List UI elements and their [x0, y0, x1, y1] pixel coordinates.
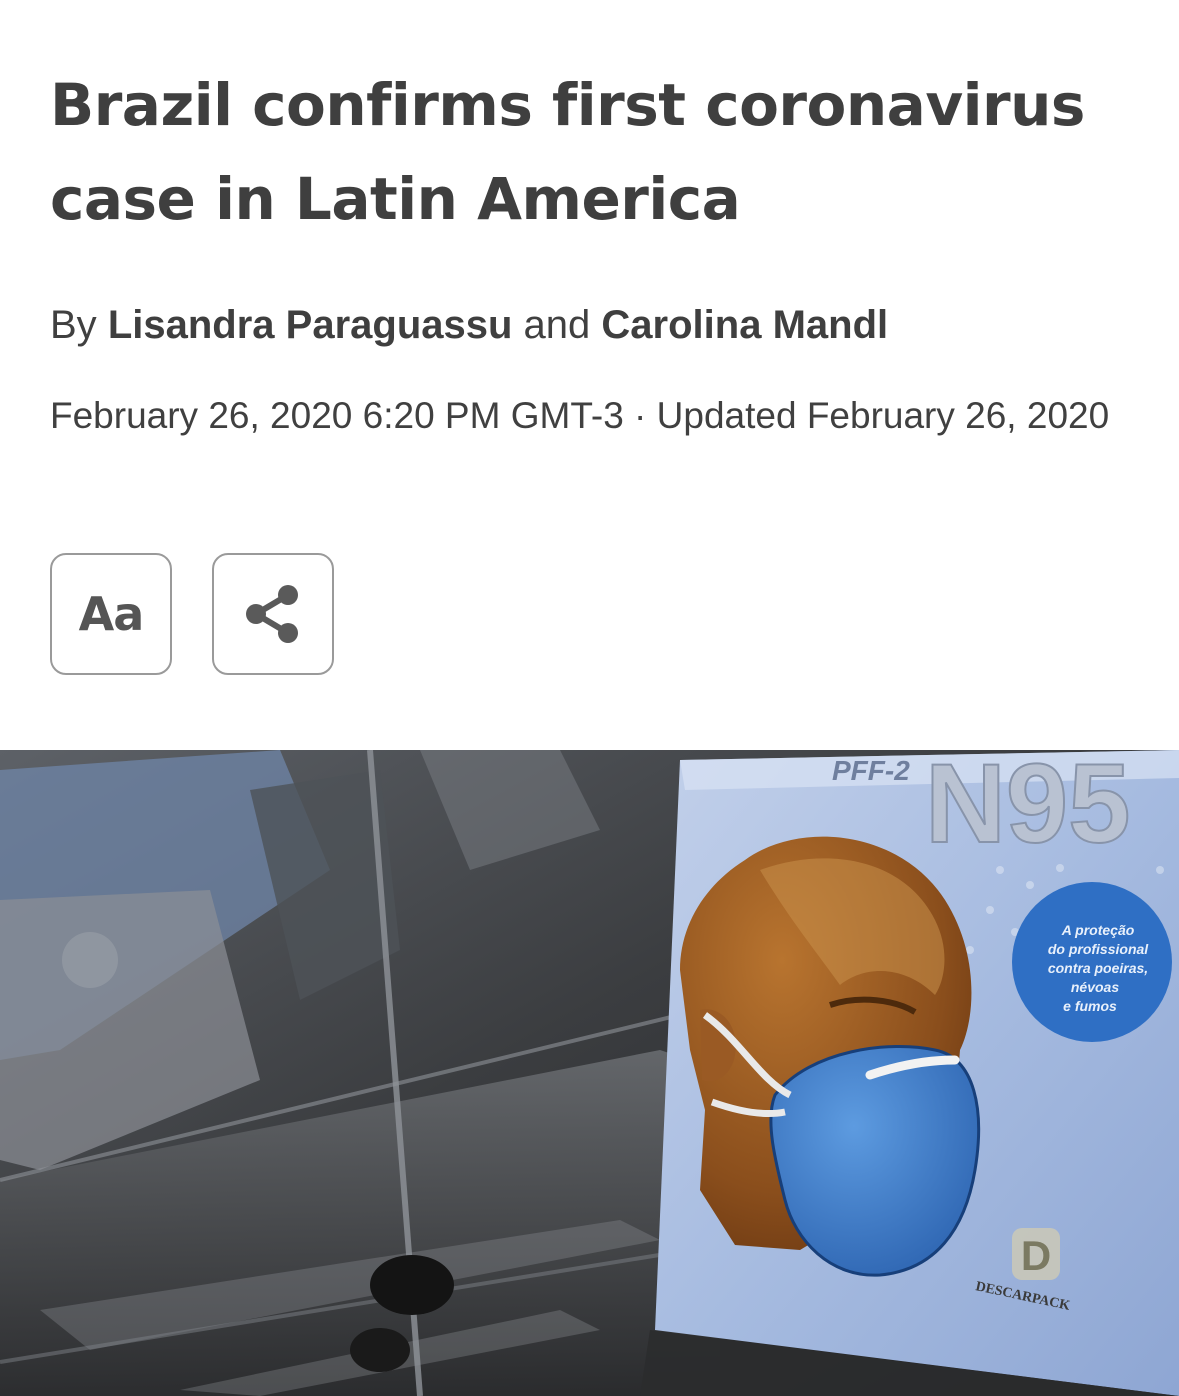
byline-prefix: By — [50, 303, 97, 347]
badge-line-1: A proteção — [1061, 922, 1135, 938]
author-link-1[interactable]: Lisandra Paraguassu — [108, 303, 513, 347]
share-icon — [246, 585, 298, 643]
brand-initial: D — [1021, 1232, 1051, 1279]
share-button[interactable] — [212, 553, 334, 675]
n95-box: PFF-2 N95 A proteção do profissional con… — [655, 750, 1179, 1396]
article-headline: Brazil confirms first coronavirus case i… — [50, 71, 1085, 233]
author-link-2[interactable]: Carolina Mandl — [601, 303, 888, 347]
standard-label: PFF-2 — [832, 755, 910, 786]
byline-conjunction: and — [523, 303, 591, 347]
protection-badge: A proteção do profissional contra poeira… — [1012, 882, 1172, 1042]
article-byline: By Lisandra Paraguassu and Carolina Mand… — [50, 300, 888, 350]
article-page: Brazil confirms first coronavirus case i… — [0, 0, 1179, 1396]
badge-line-5: e fumos — [1063, 998, 1117, 1014]
text-size-button[interactable]: Aa — [50, 553, 172, 675]
rating-label: N95 — [925, 750, 1130, 866]
text-size-icon: Aa — [78, 587, 145, 641]
photo-illustration: PFF-2 N95 A proteção do profissional con… — [0, 750, 1179, 1396]
badge-line-2: do profissional — [1048, 941, 1149, 957]
article-dateline: February 26, 2020 6:20 PM GMT-3 · Update… — [50, 395, 1110, 436]
badge-line-4: névoas — [1071, 979, 1119, 995]
badge-line-3: contra poeiras, — [1048, 960, 1148, 976]
article-photo: PFF-2 N95 A proteção do profissional con… — [0, 750, 1179, 1396]
